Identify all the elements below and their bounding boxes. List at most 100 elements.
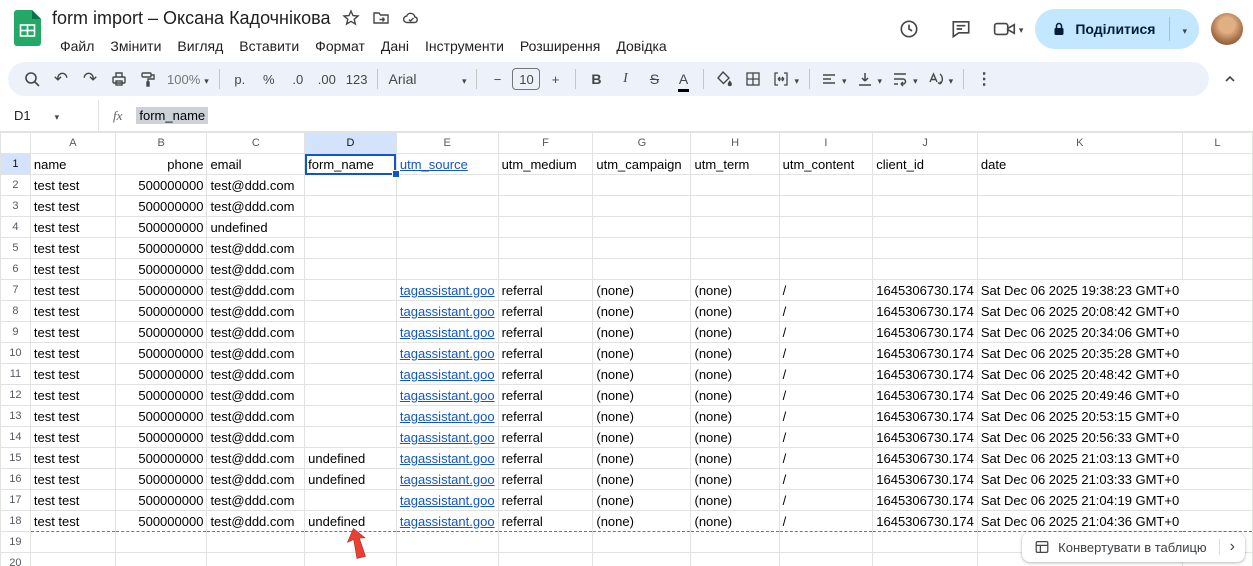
cell-D17[interactable]	[304, 489, 397, 511]
cell-C9[interactable]: test@ddd.com	[206, 321, 306, 343]
cell-F2[interactable]	[498, 174, 594, 196]
more-formats-button[interactable]: 123	[342, 65, 372, 93]
cell-I6[interactable]	[779, 258, 874, 280]
cell-L7[interactable]	[1182, 279, 1253, 301]
cell-B13[interactable]: 500000000	[115, 405, 208, 427]
cell-I15[interactable]: /	[779, 447, 874, 469]
cell-A8[interactable]: test test	[30, 300, 116, 322]
cell-G3[interactable]	[592, 195, 692, 217]
cell-C7[interactable]: test@ddd.com	[206, 279, 306, 301]
cell-J15[interactable]: 1645306730.174	[872, 447, 978, 469]
cell-I9[interactable]: /	[779, 321, 874, 343]
cell-C17[interactable]: test@ddd.com	[206, 489, 306, 511]
column-header-F[interactable]: F	[497, 132, 594, 154]
cell-C11[interactable]: test@ddd.com	[206, 363, 306, 385]
share-caret-icon[interactable]	[1170, 9, 1199, 49]
cell-H6[interactable]	[690, 258, 780, 280]
cell-L10[interactable]	[1182, 342, 1253, 364]
cell-K8[interactable]: Sat Dec 06 2025 20:08:42 GMT+0	[977, 300, 1183, 322]
paint-format-icon[interactable]	[134, 65, 162, 93]
cell-G20[interactable]	[592, 552, 692, 566]
cell-J10[interactable]: 1645306730.174	[872, 342, 978, 364]
cell-H11[interactable]: (none)	[690, 363, 780, 385]
cell-K10[interactable]: Sat Dec 06 2025 20:35:28 GMT+0	[977, 342, 1183, 364]
cell-B15[interactable]: 500000000	[115, 447, 208, 469]
cell-B17[interactable]: 500000000	[115, 489, 208, 511]
cell-K18[interactable]: Sat Dec 06 2025 21:04:36 GMT+0	[977, 510, 1183, 532]
column-header-E[interactable]: E	[395, 132, 499, 154]
cell-I11[interactable]: /	[779, 363, 874, 385]
cell-H1[interactable]: utm_term	[690, 153, 780, 175]
cell-D5[interactable]	[304, 237, 397, 259]
cell-C20[interactable]	[206, 552, 306, 566]
cell-I13[interactable]: /	[779, 405, 874, 427]
cell-A19[interactable]	[30, 531, 116, 553]
cell-H13[interactable]: (none)	[690, 405, 780, 427]
cell-E1[interactable]: utm_source	[396, 153, 499, 175]
cell-G18[interactable]: (none)	[592, 510, 692, 532]
cell-L8[interactable]	[1182, 300, 1253, 322]
cell-E13[interactable]: tagassistant.goo	[396, 405, 499, 427]
cell-C16[interactable]: test@ddd.com	[206, 468, 306, 490]
column-header-K[interactable]: K	[976, 132, 1183, 154]
cell-K7[interactable]: Sat Dec 06 2025 19:38:23 GMT+0	[977, 279, 1183, 301]
cell-A20[interactable]	[30, 552, 116, 566]
menu-file[interactable]: Файл	[52, 35, 102, 57]
cell-G1[interactable]: utm_campaign	[592, 153, 692, 175]
cell-A2[interactable]: test test	[30, 174, 116, 196]
column-header-H[interactable]: H	[690, 132, 780, 154]
cell-K2[interactable]	[977, 174, 1183, 196]
cell-J18[interactable]: 1645306730.174	[872, 510, 978, 532]
cell-C15[interactable]: test@ddd.com	[206, 447, 306, 469]
cell-A13[interactable]: test test	[30, 405, 116, 427]
cell-H3[interactable]	[690, 195, 780, 217]
cell-H5[interactable]	[690, 237, 780, 259]
cell-G11[interactable]: (none)	[592, 363, 692, 385]
cell-B6[interactable]: 500000000	[115, 258, 208, 280]
fill-color-icon[interactable]	[710, 65, 738, 93]
cell-E8[interactable]: tagassistant.goo	[396, 300, 499, 322]
cell-A18[interactable]: test test	[30, 510, 116, 532]
cell-B8[interactable]: 500000000	[115, 300, 208, 322]
formula-input[interactable]: form_name	[136, 107, 209, 124]
cell-J16[interactable]: 1645306730.174	[872, 468, 978, 490]
document-title[interactable]: form import – Оксана Кадочнікова	[52, 8, 330, 29]
cell-K6[interactable]	[977, 258, 1183, 280]
cell-F1[interactable]: utm_medium	[498, 153, 594, 175]
cell-E5[interactable]	[396, 237, 499, 259]
cell-G8[interactable]: (none)	[592, 300, 692, 322]
cell-L18[interactable]	[1182, 510, 1253, 532]
cell-H20[interactable]	[690, 552, 780, 566]
percent-format-button[interactable]: %	[255, 65, 283, 93]
cell-C5[interactable]: test@ddd.com	[206, 237, 306, 259]
cell-A9[interactable]: test test	[30, 321, 116, 343]
row-header-14[interactable]: 14	[0, 426, 31, 448]
redo-icon[interactable]	[76, 65, 104, 93]
cell-F16[interactable]: referral	[498, 468, 594, 490]
row-header-8[interactable]: 8	[0, 300, 31, 322]
version-history-icon[interactable]	[889, 9, 929, 49]
cell-C1[interactable]: email	[206, 153, 306, 175]
cell-B12[interactable]: 500000000	[115, 384, 208, 406]
cell-A10[interactable]: test test	[30, 342, 116, 364]
cell-C3[interactable]: test@ddd.com	[206, 195, 306, 217]
cell-F14[interactable]: referral	[498, 426, 594, 448]
row-header-15[interactable]: 15	[0, 447, 31, 469]
cell-G10[interactable]: (none)	[592, 342, 692, 364]
cell-F10[interactable]: referral	[498, 342, 594, 364]
cell-F3[interactable]	[498, 195, 594, 217]
convert-to-table-button[interactable]: Конвертувати в таблицю	[1022, 532, 1219, 562]
convert-pill-next-icon[interactable]: ›	[1220, 532, 1245, 562]
cell-J20[interactable]	[872, 552, 978, 566]
search-icon[interactable]	[18, 65, 46, 93]
cell-G16[interactable]: (none)	[592, 468, 692, 490]
row-header-6[interactable]: 6	[0, 258, 31, 280]
cell-D6[interactable]	[304, 258, 397, 280]
cell-B11[interactable]: 500000000	[115, 363, 208, 385]
collapse-toolbar-icon[interactable]	[1215, 64, 1245, 94]
cell-H4[interactable]	[690, 216, 780, 238]
name-box-caret-icon[interactable]	[55, 108, 60, 123]
menu-insert[interactable]: Вставити	[231, 35, 307, 57]
row-header-20[interactable]: 20	[0, 552, 31, 566]
cell-J7[interactable]: 1645306730.174	[872, 279, 978, 301]
